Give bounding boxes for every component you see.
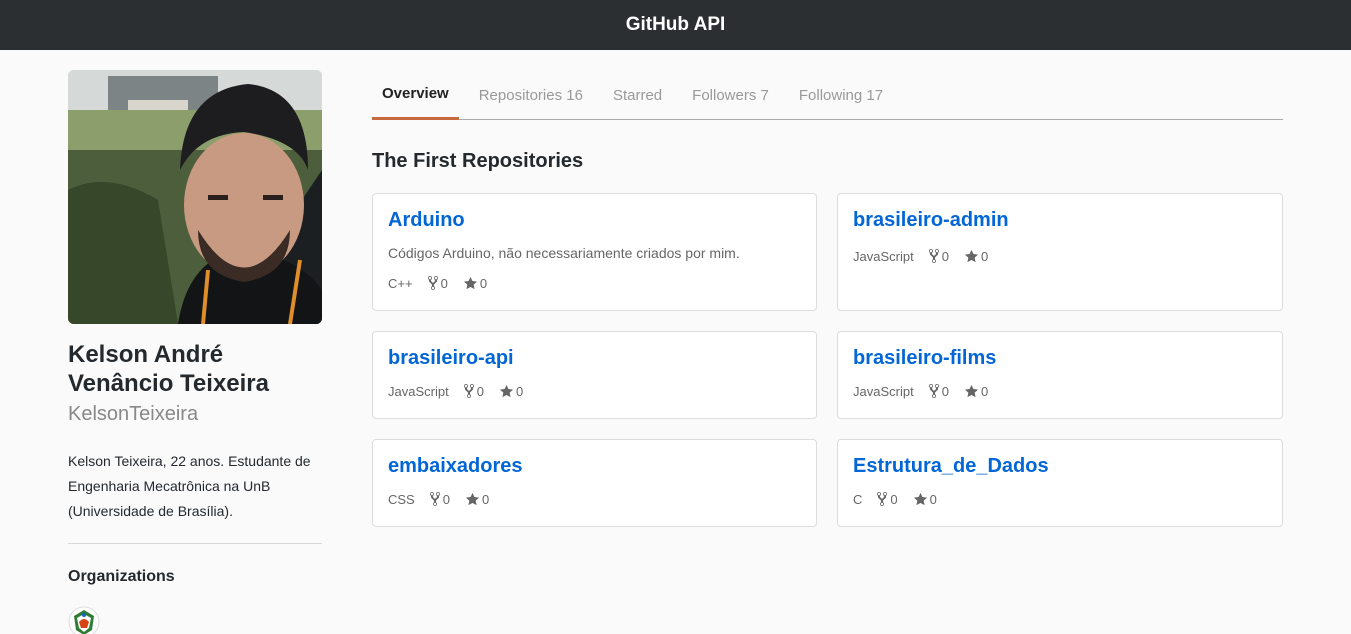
repo-description: Códigos Arduino, não necessariamente cri…	[388, 245, 740, 261]
fork-count: 0	[941, 248, 949, 264]
tab-following[interactable]: Following 17	[784, 70, 898, 120]
repo-language: JavaScript	[853, 248, 914, 264]
repo-forks: 0	[463, 383, 484, 399]
repo-stars: 0	[499, 384, 523, 399]
repo-language: CSS	[388, 491, 415, 507]
fork-count: 0	[890, 491, 898, 507]
repo-language: C	[853, 491, 863, 507]
repo-forks: 0	[928, 383, 949, 399]
fork-icon	[429, 492, 440, 506]
repo-stars: 0	[964, 384, 988, 399]
fork-count: 0	[440, 275, 448, 291]
fork-icon	[877, 492, 888, 506]
app-title: GitHub API	[625, 14, 726, 35]
fork-count: 0	[476, 383, 484, 399]
star-count: 0	[980, 383, 989, 399]
top-bar: GitHub API	[0, 0, 1351, 50]
sidebar-divider	[68, 543, 322, 544]
repo-language: C++	[388, 275, 413, 291]
section-title: The First Repositories	[372, 150, 584, 172]
repo-grid: Arduino Códigos Arduino, não necessariam…	[372, 193, 1283, 527]
profile-full-name: Kelson André Venâncio Teixeira	[68, 341, 269, 397]
repo-meta: JavaScript 0 0	[853, 248, 1267, 264]
repo-meta: C++ 0 0	[388, 275, 801, 291]
repo-stars: 0	[463, 276, 487, 291]
main-content: Overview Repositories 16 Starred Followe…	[372, 70, 1283, 527]
repo-language: JavaScript	[853, 383, 914, 399]
repo-card: embaixadores CSS 0 0	[372, 439, 817, 527]
organizations-heading: Organizations	[68, 568, 175, 585]
repo-language: JavaScript	[388, 383, 449, 399]
repo-stars: 0	[964, 249, 988, 264]
star-icon	[913, 492, 927, 505]
repo-card: brasileiro-admin JavaScript 0 0	[837, 193, 1283, 311]
star-count: 0	[479, 275, 488, 291]
star-icon	[499, 384, 513, 397]
fork-icon	[928, 249, 939, 263]
repo-card: Estrutura_de_Dados C 0 0	[837, 439, 1283, 527]
tab-followers[interactable]: Followers 7	[677, 70, 784, 120]
repo-card: brasileiro-films JavaScript 0 0	[837, 331, 1283, 419]
star-count: 0	[481, 491, 490, 507]
repo-meta: CSS 0 0	[388, 491, 801, 507]
repo-stars: 0	[913, 492, 937, 507]
fork-icon	[427, 276, 438, 290]
fork-icon	[928, 384, 939, 398]
repo-name-link[interactable]: Arduino	[388, 208, 465, 232]
tab-starred[interactable]: Starred	[598, 70, 677, 120]
repo-stars: 0	[465, 492, 489, 507]
star-icon	[964, 249, 978, 262]
star-icon	[964, 384, 978, 397]
fork-count: 0	[442, 491, 450, 507]
profile-bio: Kelson Teixeira, 22 anos. Estudante de E…	[68, 453, 311, 519]
repo-forks: 0	[876, 491, 898, 507]
tab-overview[interactable]: Overview	[372, 70, 459, 120]
fork-icon	[463, 384, 474, 398]
profile-avatar	[68, 70, 322, 324]
repo-name-link[interactable]: embaixadores	[388, 454, 523, 478]
repo-forks: 0	[429, 491, 450, 507]
repo-name-link[interactable]: brasileiro-films	[853, 346, 996, 370]
repo-name-link[interactable]: Estrutura_de_Dados	[853, 454, 1049, 478]
star-count: 0	[515, 383, 524, 399]
profile-sidebar: Kelson André Venâncio Teixeira KelsonTei…	[68, 70, 322, 634]
star-count: 0	[929, 491, 937, 507]
repo-forks: 0	[427, 275, 448, 291]
star-icon	[463, 276, 477, 289]
tab-repositories[interactable]: Repositories 16	[464, 70, 598, 120]
repo-card: brasileiro-api JavaScript 0 0	[372, 331, 817, 419]
repo-meta: JavaScript 0 0	[388, 383, 801, 399]
repo-name-link[interactable]: brasileiro-admin	[853, 208, 1009, 232]
fork-count: 0	[941, 383, 949, 399]
repo-card: Arduino Códigos Arduino, não necessariam…	[372, 193, 817, 311]
organization-logo[interactable]	[68, 606, 100, 634]
star-count: 0	[980, 248, 989, 264]
star-icon	[465, 492, 480, 505]
repo-meta: C 0 0	[853, 491, 1267, 507]
repo-name-link[interactable]: brasileiro-api	[388, 346, 514, 370]
profile-tabs: Overview Repositories 16 Starred Followe…	[372, 70, 1283, 120]
repo-forks: 0	[928, 248, 949, 264]
repo-meta: JavaScript 0 0	[853, 383, 1267, 399]
profile-login: KelsonTeixeira	[68, 403, 199, 425]
